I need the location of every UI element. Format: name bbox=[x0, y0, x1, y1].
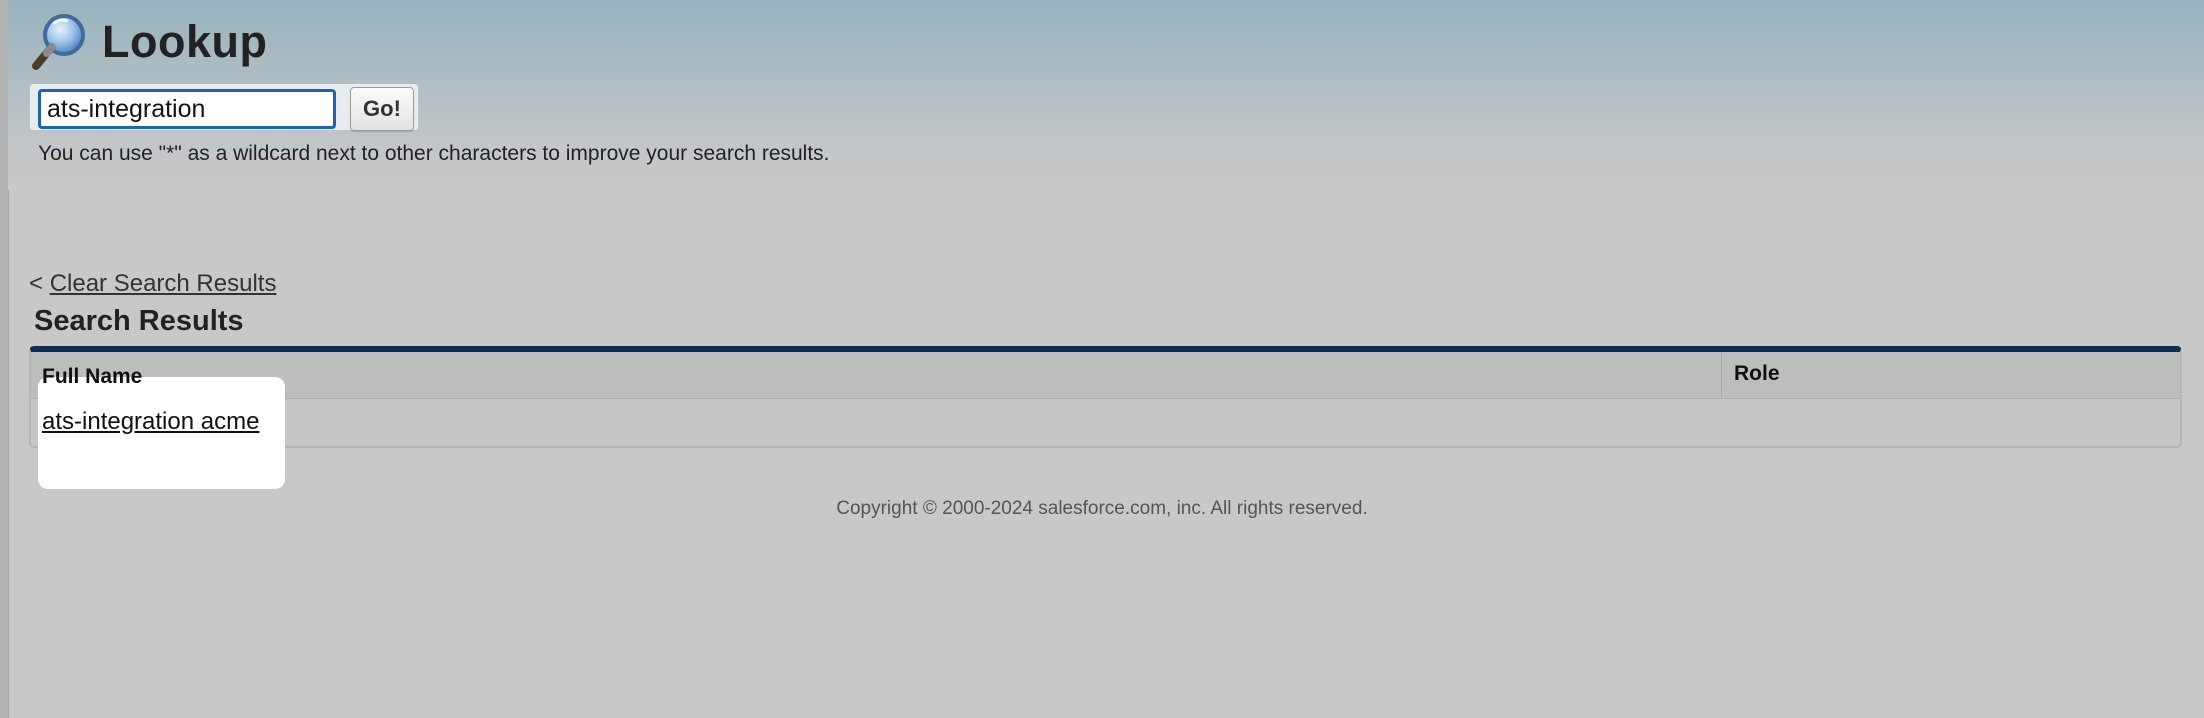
lookup-header: Lookup bbox=[30, 10, 267, 74]
table-header-row: Role bbox=[31, 352, 2180, 399]
clear-results-row: < Clear Search Results bbox=[29, 270, 276, 298]
search-panel: Go! bbox=[30, 84, 418, 131]
column-header-full-name: Full Name bbox=[42, 365, 143, 388]
search-results-heading: Search Results bbox=[34, 305, 244, 337]
back-chevron: < bbox=[29, 270, 44, 297]
search-input[interactable] bbox=[38, 89, 336, 129]
results-table: Role bbox=[29, 346, 2182, 448]
result-link-full-name[interactable]: ats-integration acme bbox=[42, 408, 259, 436]
column-divider bbox=[1721, 352, 1722, 398]
copyright-footer: Copyright © 2000-2024 salesforce.com, in… bbox=[836, 498, 1368, 519]
wildcard-hint: You can use "*" as a wildcard next to ot… bbox=[38, 142, 830, 165]
page-title: Lookup bbox=[102, 16, 268, 67]
column-header-role: Role bbox=[1734, 362, 1780, 385]
lookup-page: Lookup Go! You can use "*" as a wildcard… bbox=[0, 0, 2204, 718]
clear-search-results-link[interactable]: Clear Search Results bbox=[50, 270, 277, 297]
magnifier-icon bbox=[32, 14, 85, 70]
go-button[interactable]: Go! bbox=[350, 87, 414, 131]
